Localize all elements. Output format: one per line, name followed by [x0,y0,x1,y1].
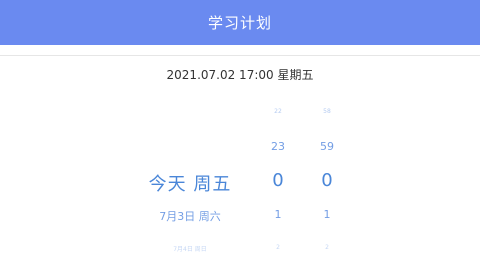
minute-selected[interactable]: 0 [321,170,332,191]
datetime-picker[interactable]: 今天 周五 7月3日 周六 7月4日 周日 22 23 0 1 2 58 59 … [0,0,480,273]
minute-option[interactable]: 2 [325,244,329,251]
hour-option[interactable]: 2 [276,244,280,251]
date-option[interactable]: 7月3日 周六 [159,208,221,224]
minute-option[interactable]: 58 [323,108,331,115]
date-option[interactable]: 7月4日 周日 [173,244,207,253]
hour-option[interactable]: 23 [271,140,285,153]
hour-option[interactable]: 1 [275,208,282,221]
date-selected[interactable]: 今天 周五 [149,170,232,196]
minute-option[interactable]: 59 [320,140,334,153]
hour-selected[interactable]: 0 [272,170,283,191]
hour-option[interactable]: 22 [274,108,282,115]
minute-option[interactable]: 1 [324,208,331,221]
